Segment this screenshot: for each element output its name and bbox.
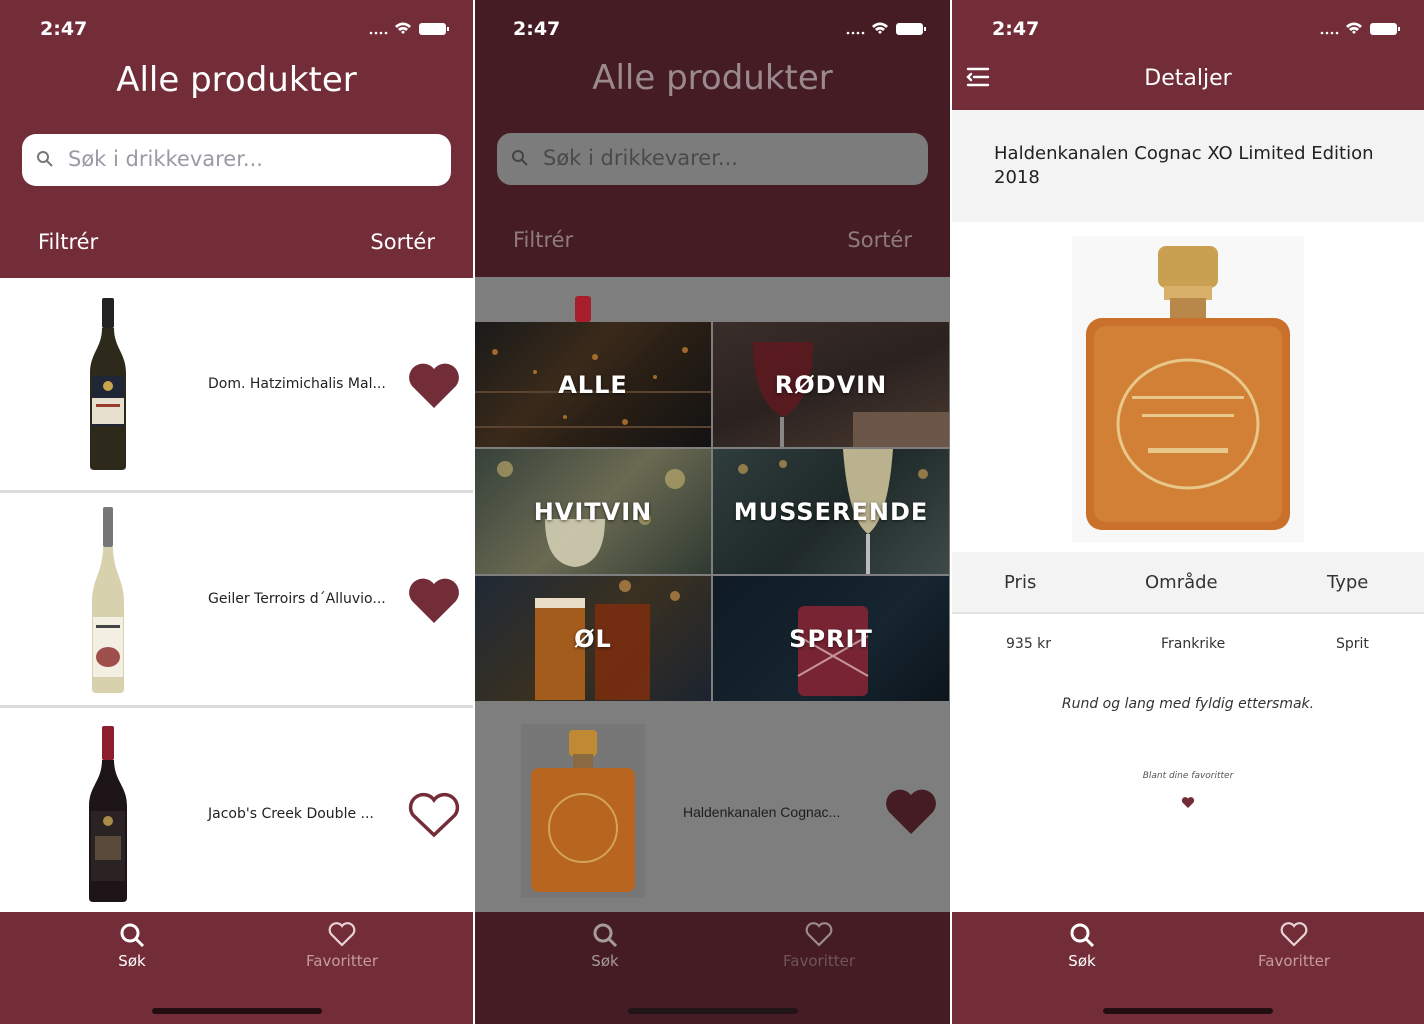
price-header: Pris: [1004, 572, 1037, 593]
category-tile-alle[interactable]: ALLE: [475, 322, 711, 447]
list-item[interactable]: Jacob's Creek Double ...: [0, 708, 473, 918]
tab-favorites-label: Favoritter: [783, 952, 855, 970]
tab-search-label: Søk: [118, 952, 146, 970]
page-title: Alle produkter: [592, 58, 833, 98]
category-tile-sprit[interactable]: SPRIT: [713, 576, 949, 701]
page-title: Detaljer: [1144, 66, 1232, 91]
search-icon: [593, 923, 618, 948]
heart-icon: [1280, 922, 1308, 947]
bottle-top-image: [575, 296, 591, 322]
status-bar: 2:47: [475, 0, 950, 56]
page-title: Alle produkter: [116, 60, 357, 100]
category-overlay-screen: 2:47 Alle produkter Søk i drikkevarer...…: [475, 0, 950, 1024]
search-input[interactable]: Søk i drikkevarer...: [22, 134, 451, 186]
filter-button[interactable]: Filtrér: [38, 230, 98, 254]
category-tile-musserende[interactable]: MUSSERENDE: [713, 449, 949, 574]
cognac-bottle-image: [521, 724, 645, 898]
status-time: 2:47: [513, 18, 561, 40]
tab-bar: Søk Favoritter: [952, 912, 1424, 1024]
product-title: Haldenkanalen Cognac XO Limited Edition …: [952, 110, 1424, 222]
search-icon: [37, 151, 53, 167]
wine-bottle-image: [92, 507, 124, 693]
category-label: MUSSERENDE: [733, 497, 929, 526]
category-label: ALLE: [558, 370, 628, 399]
status-time: 2:47: [992, 18, 1040, 40]
heart-icon: [328, 922, 356, 947]
favorite-heart-outline-icon[interactable]: [407, 790, 461, 840]
product-detail-screen: 2:47 Detaljer Haldenkanalen Cognac XO Li…: [952, 0, 1424, 1024]
sort-button[interactable]: Sortér: [847, 228, 912, 252]
sort-button[interactable]: Sortér: [370, 230, 435, 254]
tab-search-label: Søk: [1068, 952, 1096, 970]
category-label: HVITVIN: [533, 497, 653, 526]
category-label: RØDVIN: [774, 370, 888, 399]
product-description: Rund og lang med fyldig ettersmak.: [1061, 696, 1315, 712]
favorite-heart-filled-icon[interactable]: [407, 575, 461, 625]
cognac-bottle-image: [1072, 236, 1304, 542]
tab-search[interactable]: Søk: [545, 922, 665, 970]
tab-favorites[interactable]: Favoritter: [282, 922, 402, 970]
search-input[interactable]: Søk i drikkevarer...: [497, 133, 928, 185]
tab-search-label: Søk: [591, 952, 619, 970]
search-placeholder: Søk i drikkevarer...: [543, 146, 738, 170]
favorite-heart-filled-icon[interactable]: [884, 786, 938, 836]
detail-column-headers: Pris Område Type: [952, 552, 1424, 614]
favorite-heart-filled-icon[interactable]: [407, 360, 461, 410]
category-tile-hvitvin[interactable]: HVITVIN: [475, 449, 711, 574]
heart-icon: [805, 922, 833, 947]
area-value: Frankrike: [1161, 636, 1226, 652]
type-value: Sprit: [1336, 636, 1369, 652]
tab-bar: Søk Favoritter: [475, 912, 950, 1024]
category-tile-rodvin[interactable]: RØDVIN: [713, 322, 949, 447]
wine-bottle-image: [89, 726, 127, 902]
search-icon: [512, 150, 528, 166]
product-name: Jacob's Creek Double ...: [208, 806, 374, 822]
status-icons: [1320, 22, 1400, 35]
home-indicator: [151, 1008, 322, 1014]
tab-bar: Søk Favoritter: [0, 912, 473, 1024]
category-label: ØL: [574, 624, 612, 653]
tab-favorites-label: Favoritter: [306, 952, 378, 970]
category-label: SPRIT: [789, 624, 873, 653]
tab-favorites-label: Favoritter: [1258, 952, 1330, 970]
tab-favorites[interactable]: Favoritter: [1234, 922, 1354, 970]
status-bar: 2:47: [952, 0, 1424, 56]
product-name: Geiler Terroirs d´Alluvio...: [208, 591, 386, 607]
detail-values: 935 kr Frankrike Sprit: [952, 616, 1424, 666]
product-name: Dom. Hatzimichalis Mal...: [208, 376, 386, 392]
area-header: Område: [1145, 572, 1218, 593]
search-icon: [120, 923, 145, 948]
favorite-status-label: Blant dine favoritter: [1142, 771, 1234, 781]
list-item[interactable]: Haldenkanalen Cognac...: [475, 702, 950, 912]
category-grid: ALLE RØDVIN HVITVIN MUSSERENDE ØL SPRIT: [475, 322, 950, 701]
status-icons: [369, 22, 449, 35]
tab-search[interactable]: Søk: [1022, 922, 1142, 970]
search-placeholder: Søk i drikkevarer...: [68, 147, 263, 171]
list-item[interactable]: Dom. Hatzimichalis Mal...: [0, 278, 473, 493]
product-name: Haldenkanalen Cognac...: [683, 804, 841, 820]
wine-bottle-image: [90, 298, 126, 470]
type-header: Type: [1327, 572, 1369, 593]
filter-sort-bar: Filtrér Sortér: [0, 222, 473, 262]
product-list-screen: 2:47 Alle produkter Søk i drikkevarer...…: [0, 0, 473, 1024]
tab-search[interactable]: Søk: [72, 922, 192, 970]
home-indicator: [1103, 1008, 1273, 1014]
category-tile-ol[interactable]: ØL: [475, 576, 711, 701]
status-icons: [846, 22, 926, 35]
filter-button[interactable]: Filtrér: [513, 228, 573, 252]
status-bar: 2:47: [0, 0, 473, 56]
price-value: 935 kr: [1006, 636, 1052, 652]
filter-sort-bar: Filtrér Sortér: [475, 220, 950, 260]
list-item[interactable]: Geiler Terroirs d´Alluvio...: [0, 493, 473, 708]
status-time: 2:47: [40, 18, 88, 40]
tab-favorites[interactable]: Favoritter: [759, 922, 879, 970]
home-indicator: [627, 1008, 798, 1014]
search-icon: [1070, 923, 1095, 948]
favorite-heart-icon[interactable]: [1181, 796, 1195, 809]
